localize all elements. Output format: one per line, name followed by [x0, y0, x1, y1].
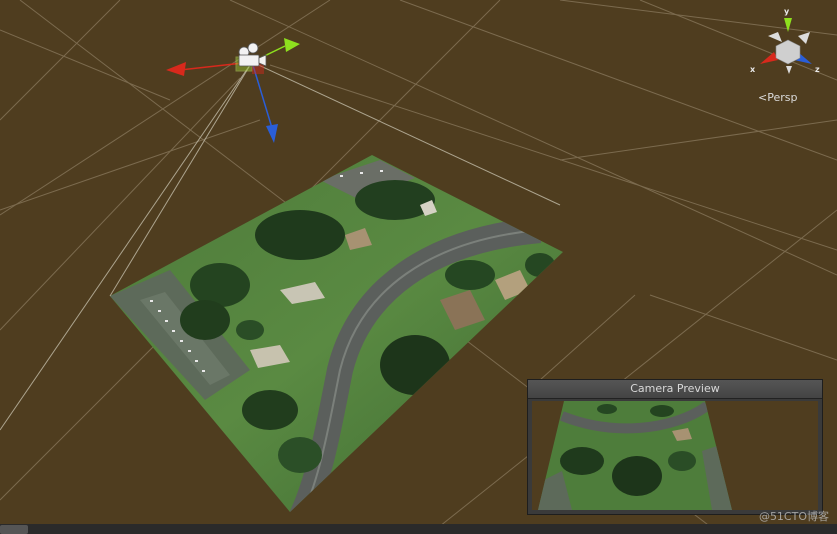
gizmo-label-y: y: [784, 7, 790, 16]
watermark-text: @51CTO博客: [758, 510, 829, 523]
camera-preview-title: Camera Preview: [528, 380, 822, 399]
projection-toggle[interactable]: <Persp: [758, 91, 797, 104]
y-axis-handle[interactable]: [284, 38, 300, 52]
gizmo-x-cone[interactable]: [760, 52, 778, 64]
gizmo-y-cone[interactable]: [784, 18, 792, 32]
camera-preview-panel: Camera Preview: [527, 379, 823, 515]
camera-preview-image: [532, 401, 818, 510]
projection-label: Persp: [767, 91, 798, 104]
z-axis-handle[interactable]: [266, 124, 278, 143]
camera-preview-render: [532, 401, 818, 510]
scrollbar-thumb[interactable]: [0, 525, 28, 534]
camera-icon: [238, 42, 267, 67]
scene-viewport[interactable]: y x z <Persp Camera Preview @51CTO博客: [0, 0, 837, 534]
gizmo-label-z: z: [815, 65, 820, 74]
aerial-map-plane[interactable]: [110, 155, 563, 520]
gizmo-label-x: x: [750, 65, 756, 74]
bottom-scrollbar[interactable]: [0, 524, 837, 534]
chevron-left-icon: <: [758, 91, 768, 104]
scene-orientation-gizmo[interactable]: y x z: [750, 7, 820, 74]
x-axis-handle[interactable]: [166, 62, 186, 76]
